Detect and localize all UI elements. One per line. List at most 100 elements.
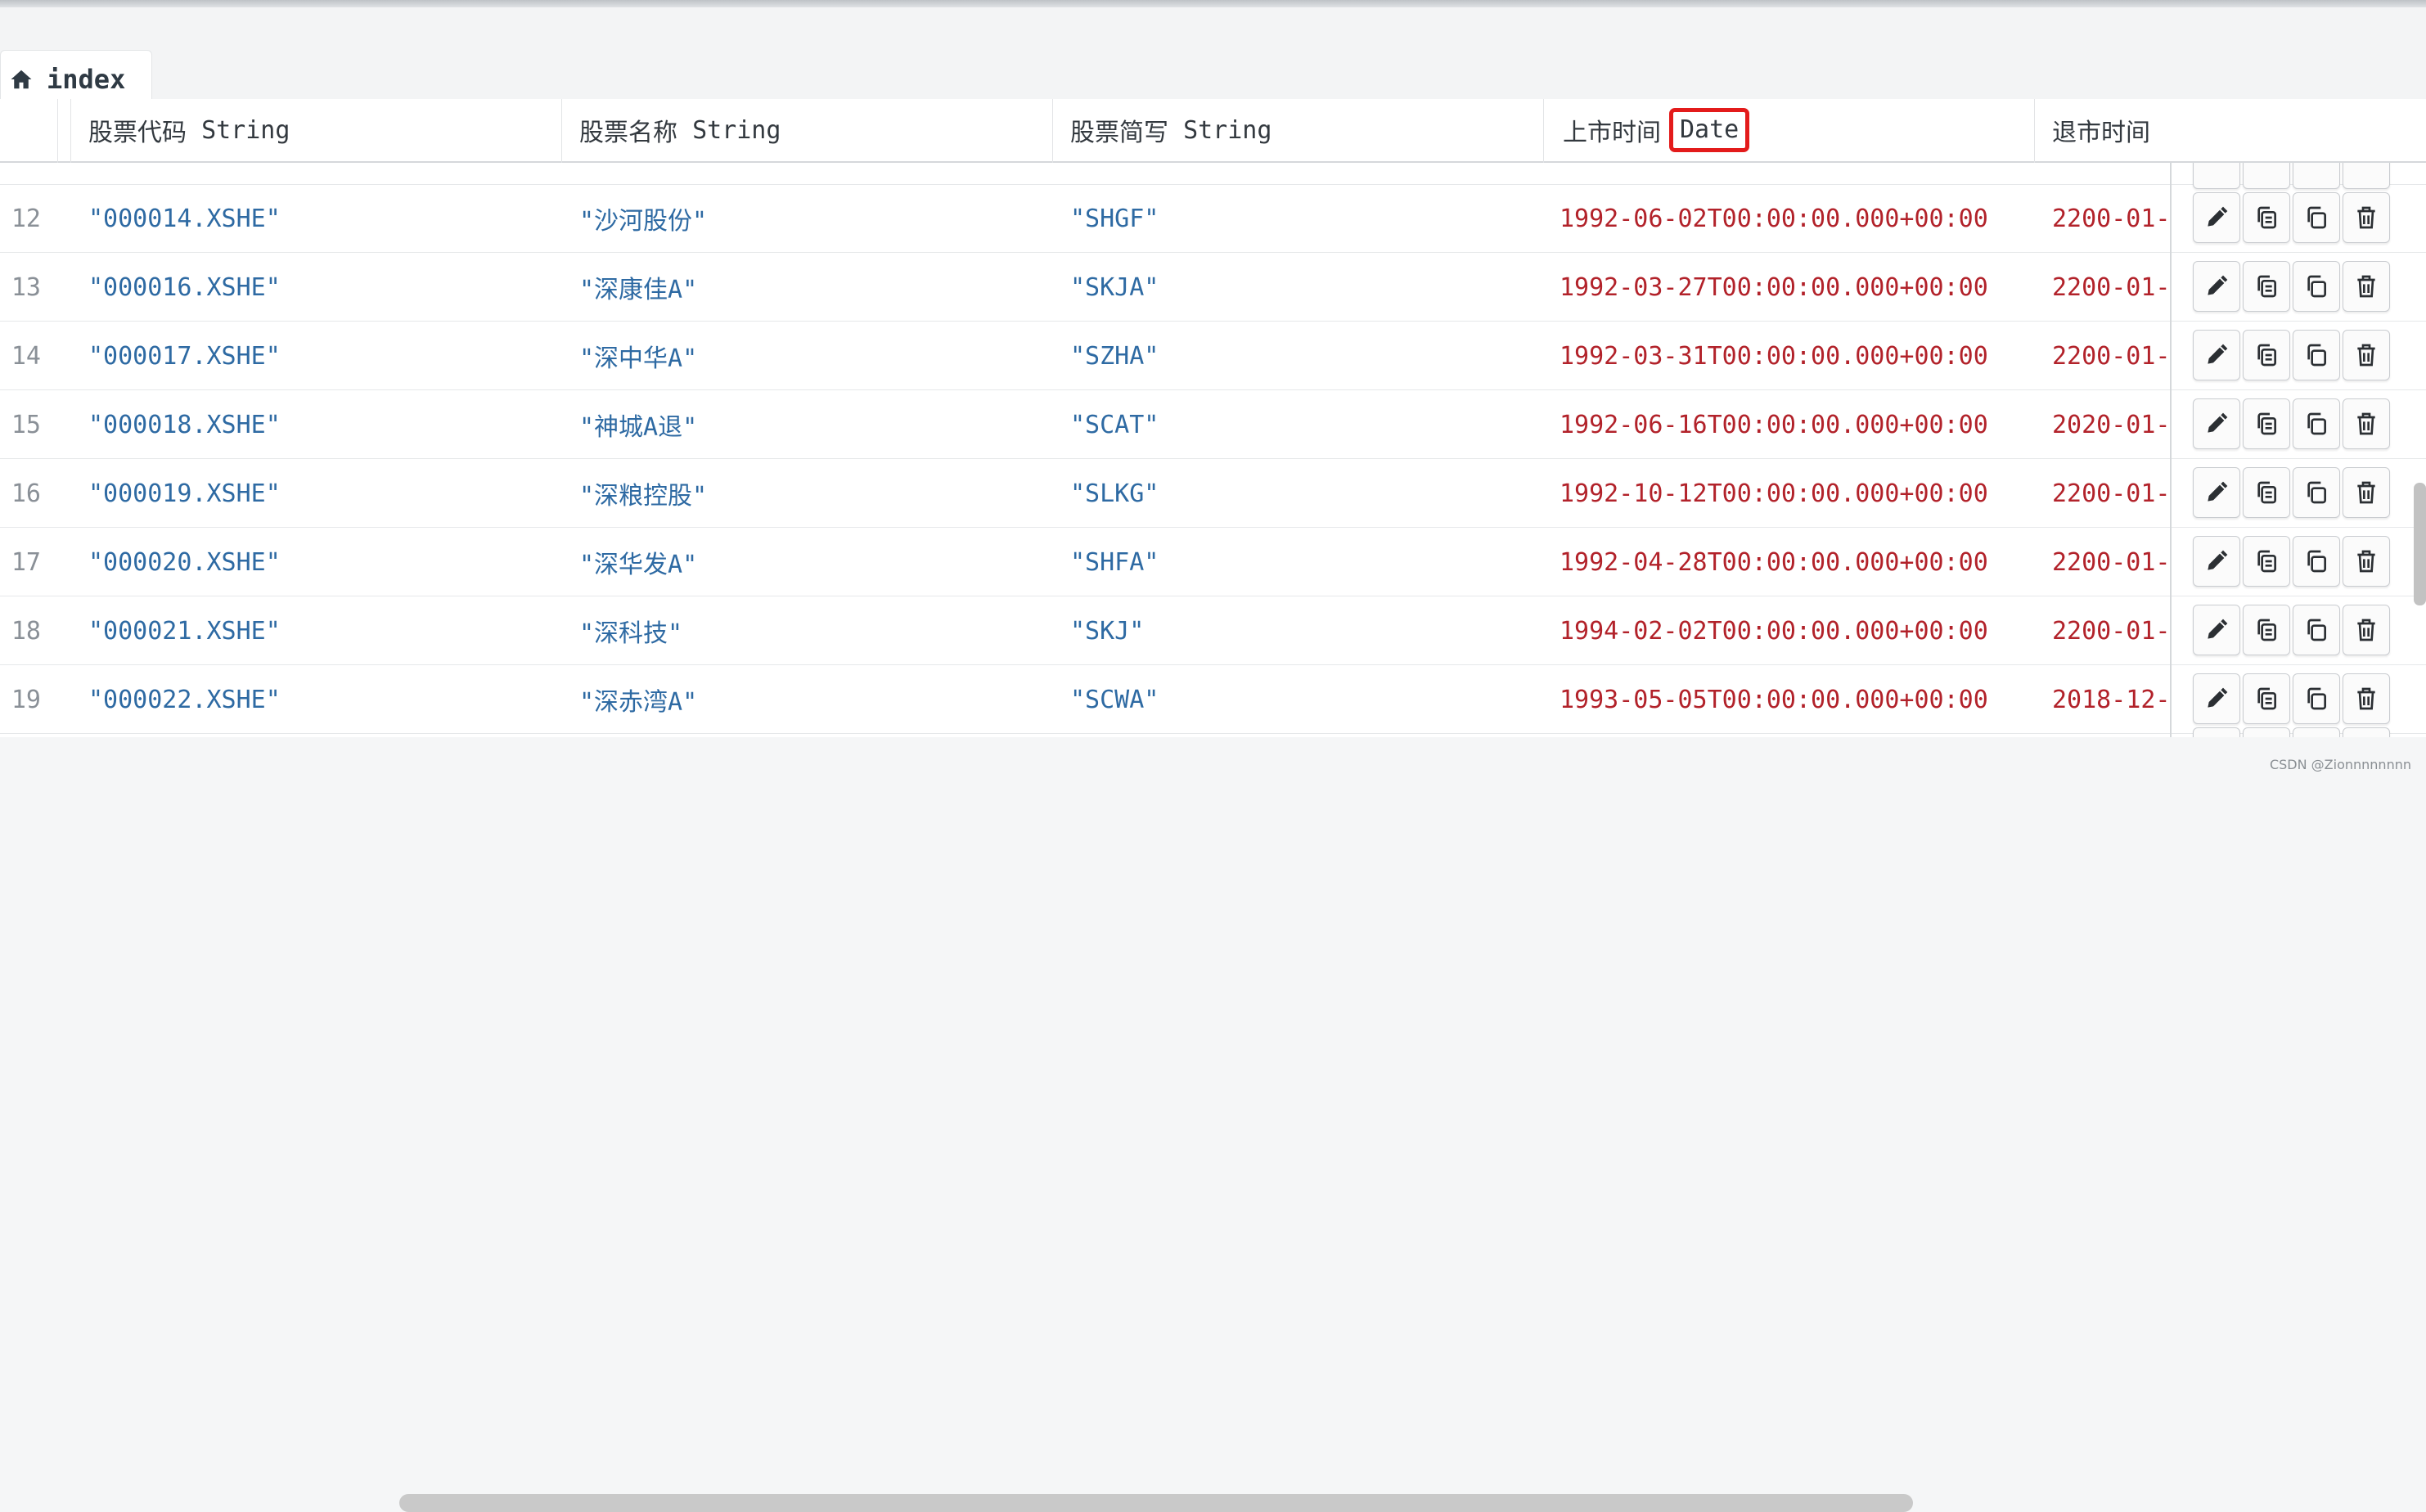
cell-abbr[interactable]: "SZHA" (1070, 322, 1159, 390)
table-row[interactable]: 17 "000020.XSHE" "深华发A" "SHFA" 1992-04-2… (0, 528, 2426, 596)
cell-delist-date[interactable]: 2200-01- (2052, 184, 2171, 253)
copy-button[interactable] (2243, 467, 2290, 518)
duplicate-button[interactable] (2293, 398, 2340, 449)
cell-name[interactable]: "深中华A" (579, 322, 697, 390)
edit-icon (2208, 275, 2228, 295)
delete-button[interactable] (2343, 605, 2390, 655)
copy-button[interactable] (2243, 605, 2290, 655)
highlighted-type-date: Date (1669, 108, 1750, 152)
table-row[interactable]: 13 "000016.XSHE" "深康佳A" "SKJA" 1992-03-2… (0, 253, 2426, 322)
table-row-partial (0, 163, 2426, 189)
cell-abbr[interactable]: "SLKG" (1070, 459, 1159, 528)
column-header-list-date[interactable]: 上市时间 Date (1563, 99, 1750, 161)
edit-button[interactable] (2193, 330, 2240, 380)
duplicate-button[interactable] (2293, 536, 2340, 587)
cell-code[interactable]: "000021.XSHE" (88, 596, 281, 665)
cell-list-date[interactable]: 1993-05-05T00:00:00.000+00:00 (1560, 665, 1988, 734)
copy-button[interactable] (2243, 192, 2290, 243)
cell-name[interactable]: "深赤湾A" (579, 665, 697, 734)
cell-list-date[interactable]: 1992-04-28T00:00:00.000+00:00 (1560, 528, 1988, 596)
cell-delist-date[interactable]: 2200-01- (2052, 459, 2171, 528)
cell-name[interactable]: "深康佳A" (579, 253, 697, 322)
cell-abbr[interactable]: "SCAT" (1070, 390, 1159, 459)
table-row[interactable]: 14 "000017.XSHE" "深中华A" "SZHA" 1992-03-3… (0, 322, 2426, 390)
copy-icon (2257, 344, 2276, 367)
delete-button[interactable] (2343, 673, 2390, 724)
horizontal-scrollbar[interactable] (399, 1494, 1913, 1512)
cell-name[interactable]: "深科技" (579, 596, 682, 665)
cell-code[interactable]: "000017.XSHE" (88, 322, 281, 390)
copy-button[interactable] (2243, 536, 2290, 587)
cell-list-date[interactable]: 1992-03-27T00:00:00.000+00:00 (1560, 253, 1988, 322)
edit-button[interactable] (2193, 467, 2240, 518)
cell-code[interactable]: "000016.XSHE" (88, 253, 281, 322)
duplicate-button[interactable] (2293, 605, 2340, 655)
cell-abbr[interactable]: "SHFA" (1070, 528, 1159, 596)
delete-button[interactable] (2343, 398, 2390, 449)
copy-button[interactable] (2243, 261, 2290, 312)
column-header-code[interactable]: 股票代码 String (88, 99, 290, 161)
row-actions (2193, 727, 2390, 737)
edit-button[interactable] (2193, 605, 2240, 655)
edit-button[interactable] (2193, 727, 2240, 737)
cell-name[interactable]: "神城A退" (579, 390, 697, 459)
edit-button[interactable] (2193, 398, 2240, 449)
duplicate-button[interactable] (2293, 467, 2340, 518)
duplicate-button[interactable] (2293, 727, 2340, 737)
duplicate-button[interactable] (2293, 192, 2340, 243)
actions-column-divider (2170, 163, 2172, 737)
column-header-name[interactable]: 股票名称 String (579, 99, 781, 161)
cell-abbr[interactable]: "SHGF" (1070, 184, 1159, 253)
copy-button[interactable] (2243, 330, 2290, 380)
cell-name[interactable]: "沙河股份" (579, 184, 707, 253)
delete-icon (2357, 550, 2375, 573)
cell-code[interactable]: "000022.XSHE" (88, 665, 281, 734)
cell-delist-date[interactable]: 2200-01- (2052, 528, 2171, 596)
cell-abbr[interactable]: "SKJA" (1070, 253, 1159, 322)
cell-name[interactable]: "深华发A" (579, 528, 697, 596)
cell-list-date[interactable]: 1992-03-31T00:00:00.000+00:00 (1560, 322, 1988, 390)
row-actions (2193, 261, 2390, 312)
delete-button[interactable] (2343, 727, 2390, 737)
column-header-abbr[interactable]: 股票简写 String (1070, 99, 1272, 161)
delete-button[interactable] (2343, 467, 2390, 518)
cell-code[interactable]: "000020.XSHE" (88, 528, 281, 596)
vertical-scrollbar[interactable] (2414, 483, 2426, 605)
cell-list-date[interactable]: 1994-02-02T00:00:00.000+00:00 (1560, 596, 1988, 665)
delete-button[interactable] (2343, 261, 2390, 312)
table-row[interactable]: 18 "000021.XSHE" "深科技" "SKJ" 1994-02-02T… (0, 596, 2426, 665)
cell-delist-date[interactable]: 2020-01- (2052, 390, 2171, 459)
edit-button[interactable] (2193, 536, 2240, 587)
cell-delist-date[interactable]: 2200-01- (2052, 596, 2171, 665)
cell-code[interactable]: "000019.XSHE" (88, 459, 281, 528)
cell-delist-date[interactable]: 2018-12- (2052, 665, 2171, 734)
delete-button[interactable] (2343, 330, 2390, 380)
duplicate-button[interactable] (2293, 330, 2340, 380)
cell-list-date[interactable]: 1992-10-12T00:00:00.000+00:00 (1560, 459, 1988, 528)
cell-delist-date[interactable]: 2200-01- (2052, 253, 2171, 322)
table-row[interactable]: 16 "000019.XSHE" "深粮控股" "SLKG" 1992-10-1… (0, 459, 2426, 528)
cell-code[interactable]: "000018.XSHE" (88, 390, 281, 459)
table-row[interactable]: 19 "000022.XSHE" "深赤湾A" "SCWA" 1993-05-0… (0, 665, 2426, 734)
column-header-delist-date[interactable]: 退市时间 (2052, 99, 2150, 161)
duplicate-button[interactable] (2293, 261, 2340, 312)
row-actions (2193, 330, 2390, 380)
edit-button[interactable] (2193, 192, 2240, 243)
copy-button[interactable] (2243, 398, 2290, 449)
cell-abbr[interactable]: "SCWA" (1070, 665, 1159, 734)
delete-button[interactable] (2343, 192, 2390, 243)
table-row[interactable]: 15 "000018.XSHE" "神城A退" "SCAT" 1992-06-1… (0, 390, 2426, 459)
cell-delist-date[interactable]: 2200-01- (2052, 322, 2171, 390)
cell-code[interactable]: "000014.XSHE" (88, 184, 281, 253)
copy-button[interactable] (2243, 727, 2290, 737)
cell-list-date[interactable]: 1992-06-02T00:00:00.000+00:00 (1560, 184, 1988, 253)
table-row[interactable]: 12 "000014.XSHE" "沙河股份" "SHGF" 1992-06-0… (0, 184, 2426, 253)
cell-abbr[interactable]: "SKJ" (1070, 596, 1144, 665)
cell-list-date[interactable]: 1992-06-16T00:00:00.000+00:00 (1560, 390, 1988, 459)
edit-button[interactable] (2193, 673, 2240, 724)
duplicate-button[interactable] (2293, 673, 2340, 724)
delete-button[interactable] (2343, 536, 2390, 587)
copy-button[interactable] (2243, 673, 2290, 724)
edit-button[interactable] (2193, 261, 2240, 312)
cell-name[interactable]: "深粮控股" (579, 459, 707, 528)
